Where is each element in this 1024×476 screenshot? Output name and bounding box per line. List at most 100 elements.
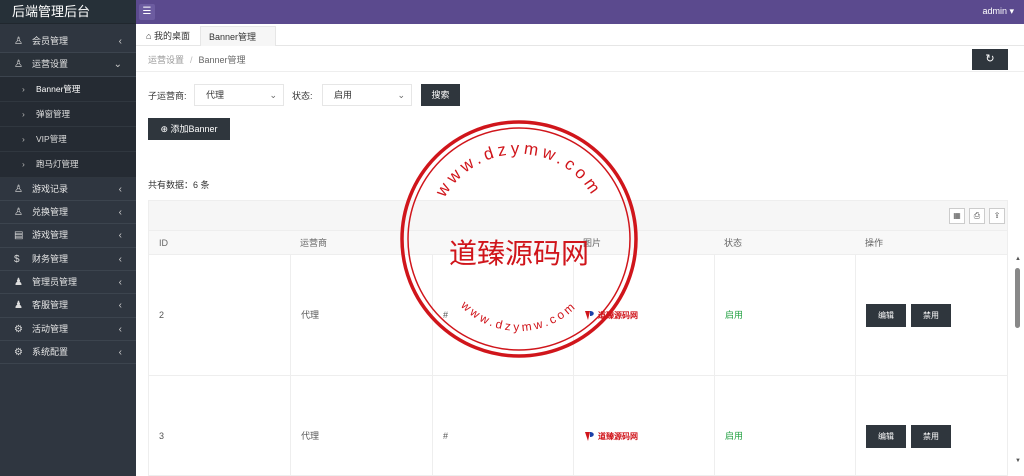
gear-icon: ⚙ bbox=[14, 323, 23, 335]
column-header-image: 图片 bbox=[583, 238, 602, 248]
sidebar-subitem-label: 弹窗管理 bbox=[36, 108, 71, 119]
sidebar-item-games[interactable]: ▤ 游戏管理 ‹ bbox=[0, 224, 136, 248]
dollar-icon: $ bbox=[14, 253, 20, 265]
chevron-down-icon: ⌄ bbox=[113, 59, 122, 71]
chevron-left-icon: ‹ bbox=[118, 253, 122, 265]
status-filter-label: 状态: bbox=[292, 91, 313, 101]
chevron-left-icon: ‹ bbox=[118, 300, 122, 312]
topbar: ☰ admin ▾ bbox=[136, 0, 1024, 24]
hamburger-icon[interactable]: ☰ bbox=[139, 4, 155, 20]
sidebar-item-label: 游戏管理 bbox=[32, 230, 69, 241]
sidebar-item-label: 会员管理 bbox=[32, 36, 69, 46]
cell-link: # bbox=[432, 255, 573, 375]
breadcrumb-current: Banner管理 bbox=[198, 55, 246, 65]
sidebar-item-label: 游戏记录 bbox=[32, 183, 69, 194]
refresh-button[interactable]: ↻ bbox=[972, 49, 1008, 70]
cell-id: 2 bbox=[159, 310, 165, 320]
operator-select-value: 代理 bbox=[206, 90, 225, 100]
sidebar-item-activities[interactable]: ⚙ 活动管理 ‹ bbox=[0, 318, 136, 341]
export-icon[interactable]: ⇪ bbox=[989, 208, 1005, 224]
cell-operator: 代理 bbox=[290, 255, 432, 375]
table-row: 2 代理 # 道臻源码网 启用 编辑 禁用 bbox=[149, 255, 1007, 376]
sidebar-item-game-records[interactable]: ♙ 游戏记录 ‹ bbox=[0, 178, 136, 202]
banner-table: ▦ ⎙ ⇪ ID 运营商 图片 状态 操作 2 代理 # 道臻源码网 启用 编辑… bbox=[148, 200, 1008, 476]
plus-circle-icon: ⊕ bbox=[160, 124, 168, 134]
banner-image[interactable]: 道臻源码网 bbox=[584, 255, 638, 376]
app-title: 后端管理后台 bbox=[0, 0, 136, 24]
banner-image[interactable]: 道臻源码网 bbox=[584, 376, 638, 476]
tab-banner[interactable]: Banner管理× bbox=[200, 26, 276, 62]
breadcrumb: 运营设置 / Banner管理 bbox=[148, 53, 246, 66]
sidebar: 后端管理后台 ♙ 会员管理 ‹ ♙ 运营设置 ⌄ › Banner管理 › 弹窗管理 ›… bbox=[0, 0, 136, 476]
tab-label: 我的桌面 bbox=[153, 31, 190, 41]
record-count: 共有数据：6 条 bbox=[148, 180, 210, 190]
scroll-up-icon[interactable]: ▲ bbox=[1014, 256, 1022, 262]
sidebar-item-support[interactable]: ♟ 客服管理 ‹ bbox=[0, 294, 136, 318]
cell-image: 道臻源码网 bbox=[573, 255, 714, 375]
sidebar-item-label: 客服管理 bbox=[32, 300, 69, 311]
sidebar-subitem-banner[interactable]: › Banner管理 bbox=[0, 76, 136, 102]
user-icon: ♙ bbox=[14, 183, 23, 195]
cell-id: 3 bbox=[159, 431, 165, 441]
chevron-down-icon: ⌄ bbox=[397, 90, 405, 100]
caret-down-icon: ▾ bbox=[1009, 6, 1014, 16]
refresh-icon: ↻ bbox=[985, 53, 995, 65]
add-banner-label: 添加Banner bbox=[170, 124, 218, 134]
disable-button[interactable]: 禁用 bbox=[911, 425, 951, 448]
columns-icon[interactable]: ▦ bbox=[949, 208, 965, 224]
sidebar-item-operations[interactable]: ♙ 运营设置 ⌄ bbox=[0, 53, 136, 77]
user-menu[interactable]: admin ▾ bbox=[982, 0, 1014, 24]
tab-home[interactable]: ⌂ 我的桌面 bbox=[138, 26, 198, 46]
cell-status: 启用 bbox=[714, 255, 855, 375]
table-row: 3 代理 # 道臻源码网 启用 编辑 禁用 bbox=[149, 376, 1007, 476]
table-header: ID 运营商 图片 状态 操作 bbox=[149, 231, 1007, 255]
chevron-left-icon: ‹ bbox=[118, 183, 122, 195]
chevron-right-icon: › bbox=[22, 83, 25, 94]
sidebar-item-label: 管理员管理 bbox=[32, 276, 78, 287]
cell-status: 启用 bbox=[714, 376, 855, 476]
breadcrumb-parent[interactable]: 运营设置 bbox=[148, 55, 184, 65]
sidebar-subitem-vip[interactable]: › VIP管理 bbox=[0, 127, 136, 153]
sidebar-item-finance[interactable]: $ 财务管理 ‹ bbox=[0, 248, 136, 271]
logo-icon bbox=[585, 311, 594, 321]
chevron-left-icon: ‹ bbox=[118, 36, 122, 47]
sidebar-item-members[interactable]: ♙ 会员管理 ‹ bbox=[0, 30, 136, 54]
print-icon[interactable]: ⎙ bbox=[969, 208, 985, 224]
operator-select[interactable]: 代理 ⌄ bbox=[194, 84, 284, 106]
logo-icon bbox=[585, 432, 594, 442]
sidebar-item-exchange[interactable]: ♙ 兑换管理 ‹ bbox=[0, 201, 136, 225]
users-icon: ♟ bbox=[14, 300, 23, 312]
sidebar-subitem-label: Banner管理 bbox=[36, 83, 81, 94]
chevron-left-icon: ‹ bbox=[118, 276, 122, 288]
scroll-thumb[interactable] bbox=[1015, 268, 1020, 328]
edit-button[interactable]: 编辑 bbox=[866, 425, 906, 448]
table-scrollbar[interactable]: ▲ ▼ bbox=[1014, 256, 1022, 464]
gear-icon: ⚙ bbox=[14, 346, 23, 358]
sidebar-item-label: 系统配置 bbox=[32, 346, 69, 357]
scroll-down-icon[interactable]: ▼ bbox=[1014, 458, 1022, 464]
status-select[interactable]: 启用 ⌄ bbox=[322, 84, 412, 106]
user-icon: ♙ bbox=[14, 59, 23, 71]
user-icon: ♙ bbox=[14, 36, 23, 47]
search-button[interactable]: 搜索 bbox=[421, 84, 460, 106]
cell-operator: 代理 bbox=[290, 376, 432, 476]
sidebar-item-admins[interactable]: ♟ 管理员管理 ‹ bbox=[0, 271, 136, 295]
sidebar-subitem-marquee[interactable]: › 跑马灯管理 bbox=[0, 152, 136, 178]
table-toolbar: ▦ ⎙ ⇪ bbox=[149, 201, 1007, 231]
username: admin bbox=[982, 6, 1007, 16]
add-banner-button[interactable]: ⊕ 添加Banner bbox=[148, 118, 230, 140]
divider bbox=[136, 71, 1024, 72]
chevron-right-icon: › bbox=[22, 134, 25, 145]
edit-button[interactable]: 编辑 bbox=[866, 304, 906, 327]
tab-label: Banner管理 bbox=[209, 32, 257, 42]
disable-button[interactable]: 禁用 bbox=[911, 304, 951, 327]
sidebar-item-label: 活动管理 bbox=[32, 323, 69, 334]
sidebar-subitem-popup[interactable]: › 弹窗管理 bbox=[0, 101, 136, 128]
main-content: 运营设置 / Banner管理 ↻ 子运营商: 代理 ⌄ 状态: 启用 ⌄ 搜索 ⊕… bbox=[136, 46, 1024, 476]
column-header-status: 状态 bbox=[724, 238, 743, 248]
sidebar-menu: ♙ 会员管理 ‹ ♙ 运营设置 ⌄ › Banner管理 › 弹窗管理 › VIP管理 ›… bbox=[0, 24, 136, 365]
sidebar-item-system[interactable]: ⚙ 系统配置 ‹ bbox=[0, 341, 136, 365]
sidebar-item-label: 财务管理 bbox=[32, 253, 69, 264]
app-root: 后端管理后台 ♙ 会员管理 ‹ ♙ 运营设置 ⌄ › Banner管理 › 弹窗管理 ›… bbox=[0, 0, 1024, 476]
sidebar-subitem-label: VIP管理 bbox=[36, 134, 67, 145]
